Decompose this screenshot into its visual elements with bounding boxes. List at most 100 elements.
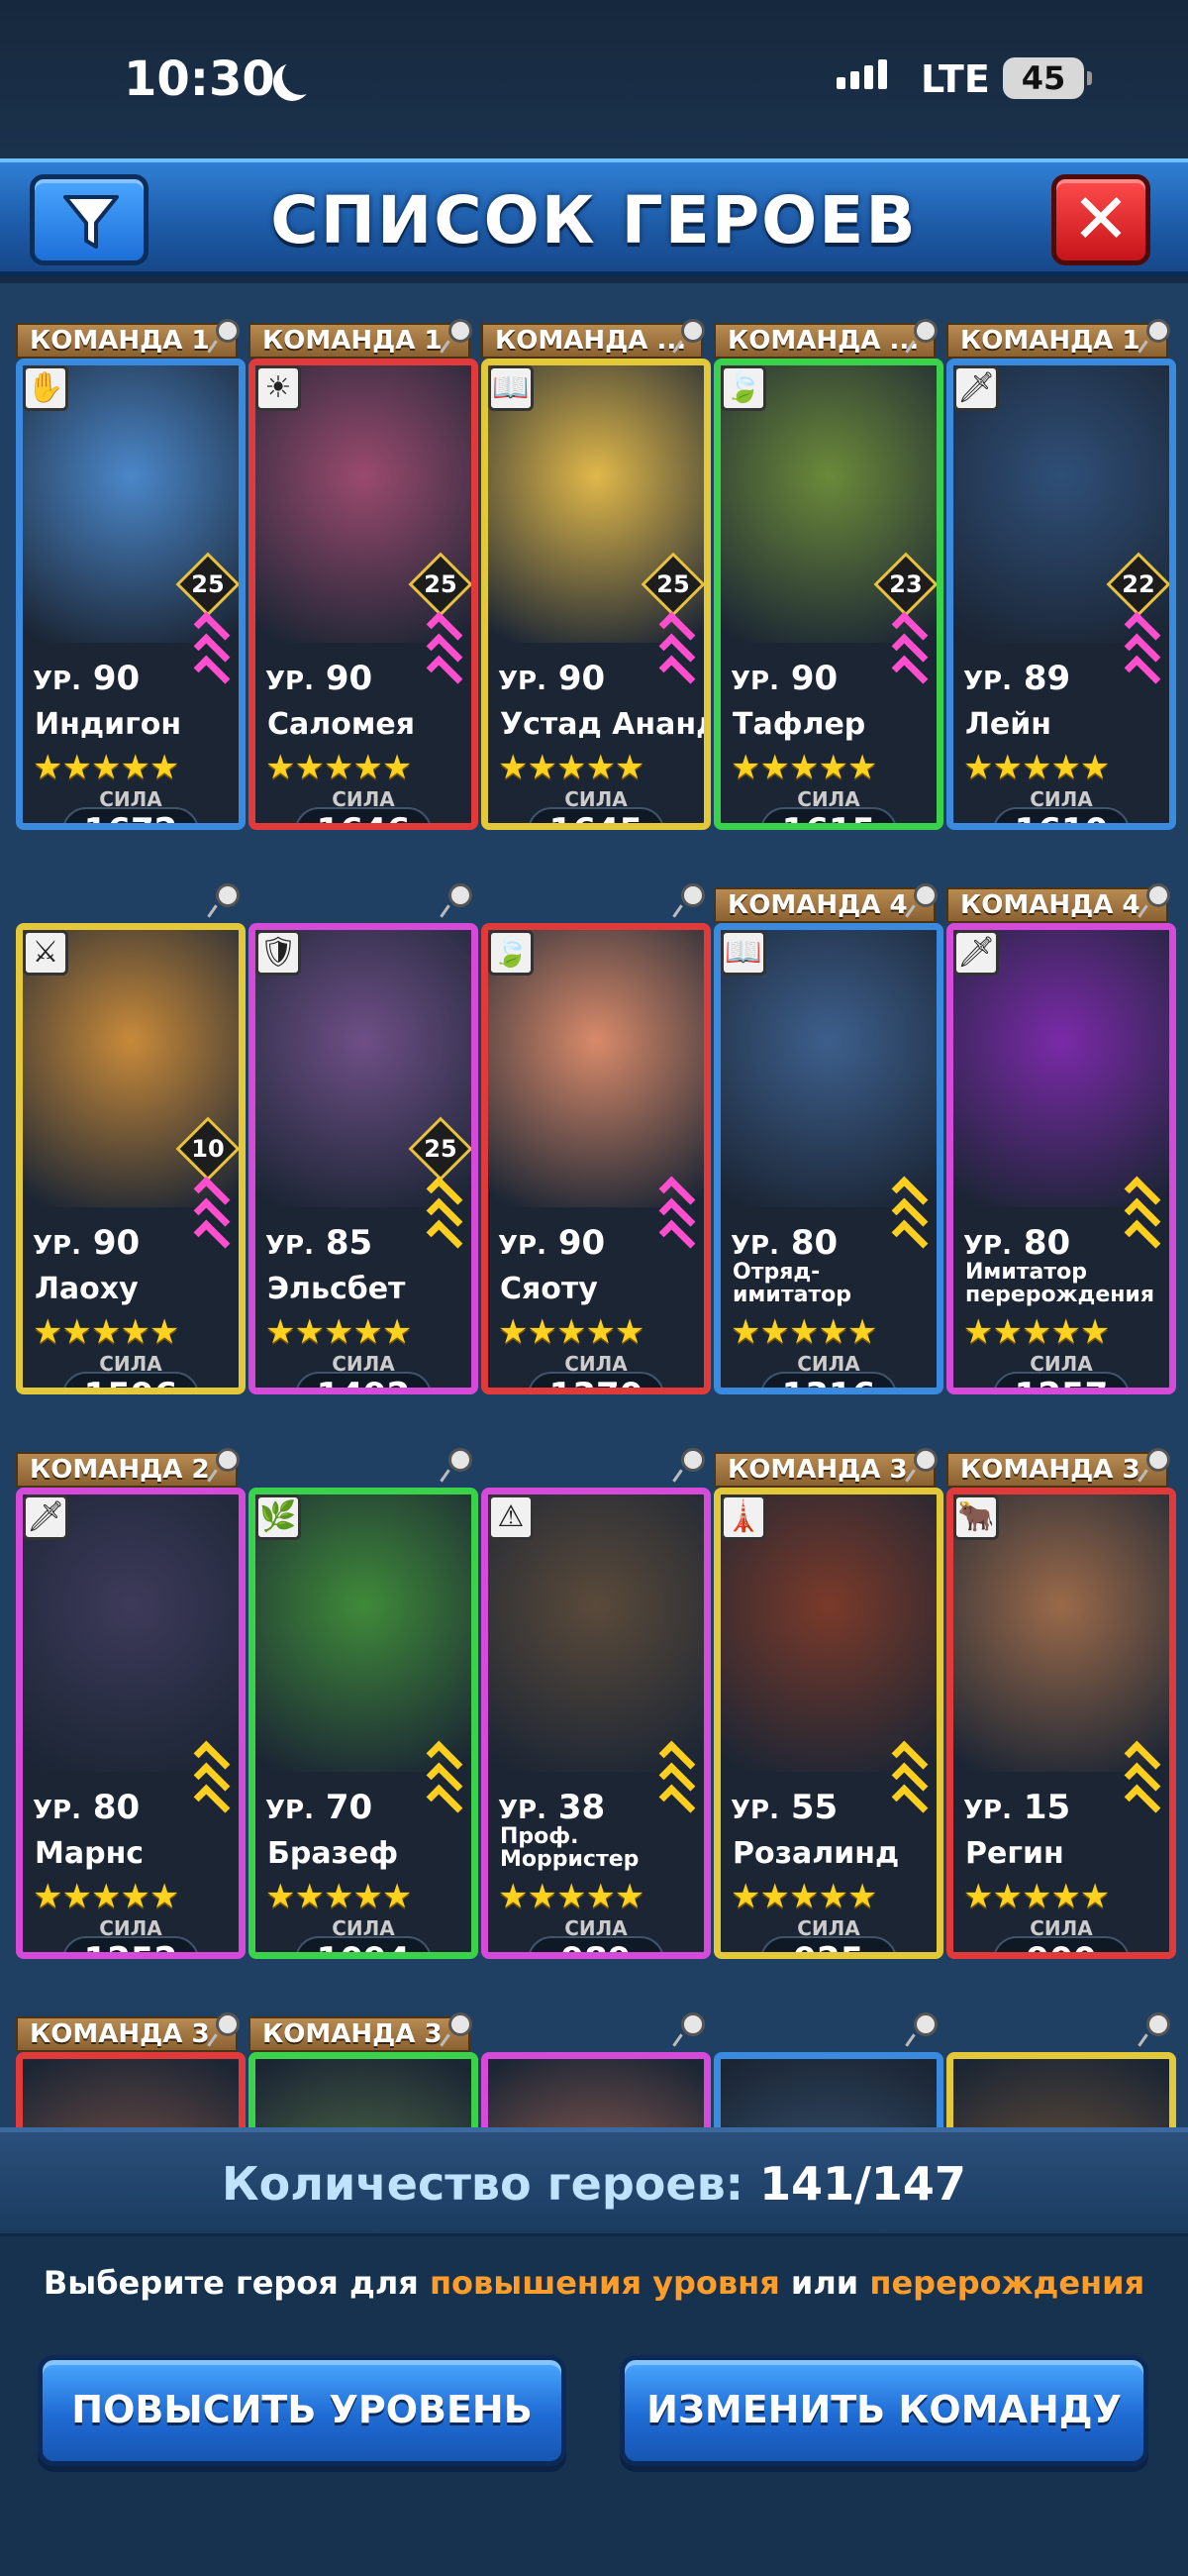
level-prefix: УР. [265,1796,314,1825]
hero-card[interactable]: 🌿УР. 70Бразеф★★★★★СИЛА1094 [248,1412,478,1959]
hero-frame: 🗡22УР. 89Лейн★★★★★СИЛА1610 [946,359,1176,830]
pin-icon[interactable] [914,883,938,907]
level-up-button[interactable]: ПОВЫСИТЬ УРОВЕНЬ [38,2355,566,2466]
status-bar: 10:30 LTE 45 [0,0,1188,158]
class-icon: 📖 [488,365,534,411]
pin-icon[interactable] [216,319,240,343]
hero-level: УР. 89 [963,659,1070,698]
pin-icon[interactable] [681,2012,705,2036]
hero-grid[interactable]: КОМАНДА 1✋25УР. 90Индигон★★★★★СИЛА1672КО… [0,283,1188,2127]
hero-name: Имитатор перерождения [965,1260,1154,1308]
pin-icon[interactable] [914,2012,938,2036]
level-prefix: УР. [963,1231,1012,1261]
level-value: 80 [92,1788,141,1827]
team-banner: КОМАНДА 4 [714,887,936,923]
pin-icon[interactable] [681,883,705,907]
class-icon: 🗡 [953,930,999,976]
hero-name: Лейн [965,707,1052,742]
close-button[interactable]: ✕ [1051,174,1150,265]
hero-card[interactable]: КОМАНДА ...🍃23УР. 90Тафлер★★★★★СИЛА1615 [714,283,943,830]
rank-chevrons-icon [1122,1174,1163,1269]
class-icon: ⚔ [23,930,68,976]
star-rating: ★★★★★ [33,1877,179,1916]
hero-card[interactable]: КОМАНДА 1✋25УР. 90Индигон★★★★★СИЛА1672 [16,283,246,830]
pin-icon[interactable] [1146,883,1170,907]
pin-icon[interactable] [216,883,240,907]
hero-count-value: 141/147 [759,2157,966,2211]
pin-icon[interactable] [914,1448,938,1472]
hint-prefix: Выберите героя для [43,2264,430,2302]
pin-icon[interactable] [1146,1448,1170,1472]
pin-icon[interactable] [216,1448,240,1472]
hero-portrait [953,2059,1169,2127]
pin-icon[interactable] [216,2012,240,2036]
pin-icon[interactable] [1146,319,1170,343]
star-rating: ★★★★★ [963,1877,1110,1916]
pin-icon[interactable] [448,883,472,907]
hero-frame: ⚔10УР. 90Лаоху★★★★★СИЛА1596 [16,923,246,1394]
level-value: 89 [1023,659,1071,698]
hero-card[interactable]: КОМАНДА 3 [16,1977,246,2127]
hint-level-up: повышения уровня [429,2264,780,2302]
level-value: 38 [557,1788,606,1827]
hero-portrait [255,2059,471,2127]
pin-icon[interactable] [448,2012,472,2036]
hero-portrait [721,2059,937,2127]
rank-chevrons-icon [889,1738,931,1833]
class-icon: 🗡 [953,365,999,411]
class-icon: 🍃 [488,930,534,976]
hero-card[interactable]: КОМАНДА 2🗡УР. 80Марнс★★★★★СИЛА1252 [16,1412,246,1959]
hero-level: УР. 90 [498,659,605,698]
pin-icon[interactable] [448,319,472,343]
level-prefix: УР. [731,1231,779,1261]
level-cap-value: 23 [889,570,923,598]
class-icon: 🗡 [23,1494,68,1540]
pin-icon[interactable] [681,319,705,343]
pin-icon[interactable] [448,1448,472,1472]
team-banner: КОМАНДА 3 [714,1452,936,1488]
network-type: LTE [921,57,990,101]
hero-power: 925 [760,1936,897,1952]
hero-card[interactable]: КОМАНДА 4 🗡 УР. 80 Имитатор перерождения ★★★… [946,848,1176,1394]
rank-chevrons-icon [424,1738,465,1833]
pin-icon[interactable] [1146,2012,1170,2036]
hero-level: УР. 70 [265,1788,372,1827]
hero-name: Марнс [35,1836,145,1871]
hero-frame: 🍃23УР. 90Тафлер★★★★★СИЛА1615 [714,359,943,830]
level-cap-value: 25 [424,1135,457,1163]
hero-card[interactable]: КОМАНДА 1☀25УР. 90Саломея★★★★★СИЛА1646 [248,283,478,830]
hero-card[interactable]: КОМАНДА 3🐂УР. 15Регин★★★★★СИЛА900 [946,1412,1176,1959]
hero-card[interactable]: КОМАНДА ... 📖 25 УР. 90 Устад Ананд ★★★★★ СИЛА… [481,283,711,830]
level-value: 90 [557,1223,606,1263]
hero-card[interactable]: КОМАНДА 3 [248,1977,478,2127]
hero-card[interactable] [946,1977,1176,2127]
hero-card[interactable]: КОМАНДА 4📖УР. 80Отряд-имитатор★★★★★СИЛА1… [714,848,943,1394]
hero-frame: 📖УР. 80Отряд-имитатор★★★★★СИЛА1316 [714,923,943,1394]
hero-card[interactable]: ⚠УР. 38Проф. Морристер★★★★★СИЛА989 [481,1412,711,1959]
hero-name: Сяоту [500,1272,598,1306]
level-cap-value: 25 [424,570,457,598]
hero-frame: ☀25УР. 90Саломея★★★★★СИЛА1646 [248,359,478,830]
class-icon: ⚠ [488,1494,534,1540]
hero-card[interactable]: 🍃УР. 90Сяоту★★★★★СИЛА1370 [481,848,711,1394]
pin-icon[interactable] [914,319,938,343]
pin-icon[interactable] [681,1448,705,1472]
hero-card[interactable]: 🛡25УР. 85Эльсбет★★★★★СИЛА1492 [248,848,478,1394]
change-team-button[interactable]: ИЗМЕНИТЬ КОМАНДУ [620,2355,1148,2466]
page-title: СПИСОК ГЕРОЕВ [270,182,918,258]
hero-power: 1094 [295,1936,432,1952]
rank-chevrons-icon [889,609,931,704]
rank-chevrons-icon [191,1174,233,1269]
hero-card[interactable]: КОМАНДА 3🗼УР. 55Розалинд★★★★★СИЛА925 [714,1412,943,1959]
hero-power: 1257 [993,1372,1130,1388]
hero-name: Бразеф [267,1836,399,1871]
hero-card[interactable] [481,1977,711,2127]
hero-card[interactable]: ⚔10УР. 90Лаоху★★★★★СИЛА1596 [16,848,246,1394]
star-rating: ★★★★★ [731,748,877,787]
hero-list-header: СПИСОК ГЕРОЕВ ✕ [0,158,1188,277]
hero-card[interactable]: КОМАНДА 1🗡22УР. 89Лейн★★★★★СИЛА1610 [946,283,1176,830]
hero-card[interactable] [714,1977,943,2127]
hero-power: 900 [993,1936,1130,1952]
hero-power: 1615 [760,807,897,823]
star-rating: ★★★★★ [731,1312,877,1352]
